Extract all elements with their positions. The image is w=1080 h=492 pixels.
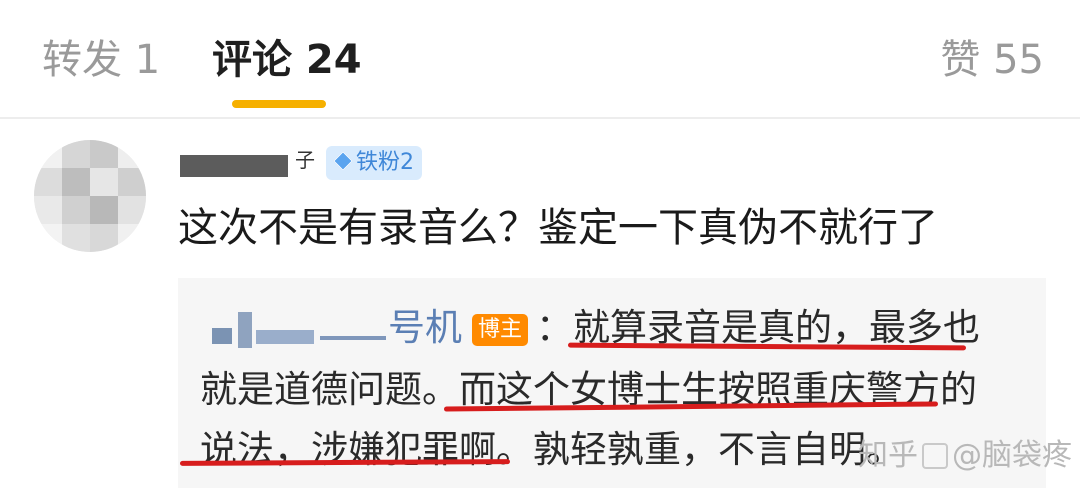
tab-bar: 转发 1 评论 24 赞 55	[0, 0, 1080, 118]
diamond-icon	[333, 151, 353, 171]
tab-divider	[0, 117, 1080, 119]
tab-likes[interactable]: 赞 55	[940, 32, 1044, 88]
reply-line-3: 说法，涉嫌犯罪啊。孰轻孰重，不言自明。	[200, 428, 903, 471]
avatar[interactable]	[34, 140, 146, 252]
tab-repost[interactable]: 转发 1	[42, 32, 160, 88]
active-tab-indicator	[232, 100, 326, 108]
username-tail[interactable]: 子	[295, 144, 315, 173]
watermark: 知乎 @脑袋疼	[858, 430, 1072, 474]
comment-text: 这次不是有录音么？鉴定一下真伪不就行了	[178, 205, 938, 251]
fan-badge: 铁粉2	[326, 146, 422, 180]
reply-username-redacted[interactable]	[212, 312, 388, 348]
watermark-author: @脑袋疼	[952, 438, 1072, 473]
zhihu-cat-icon	[922, 443, 948, 469]
op-badge: 博主	[472, 314, 529, 346]
tab-comments[interactable]: 评论 24	[212, 32, 362, 88]
watermark-site: 知乎	[858, 438, 918, 473]
username-redacted[interactable]	[180, 155, 288, 177]
fan-badge-label: 铁粉2	[356, 150, 414, 175]
reply-username-suffix[interactable]: 号机	[388, 306, 462, 349]
